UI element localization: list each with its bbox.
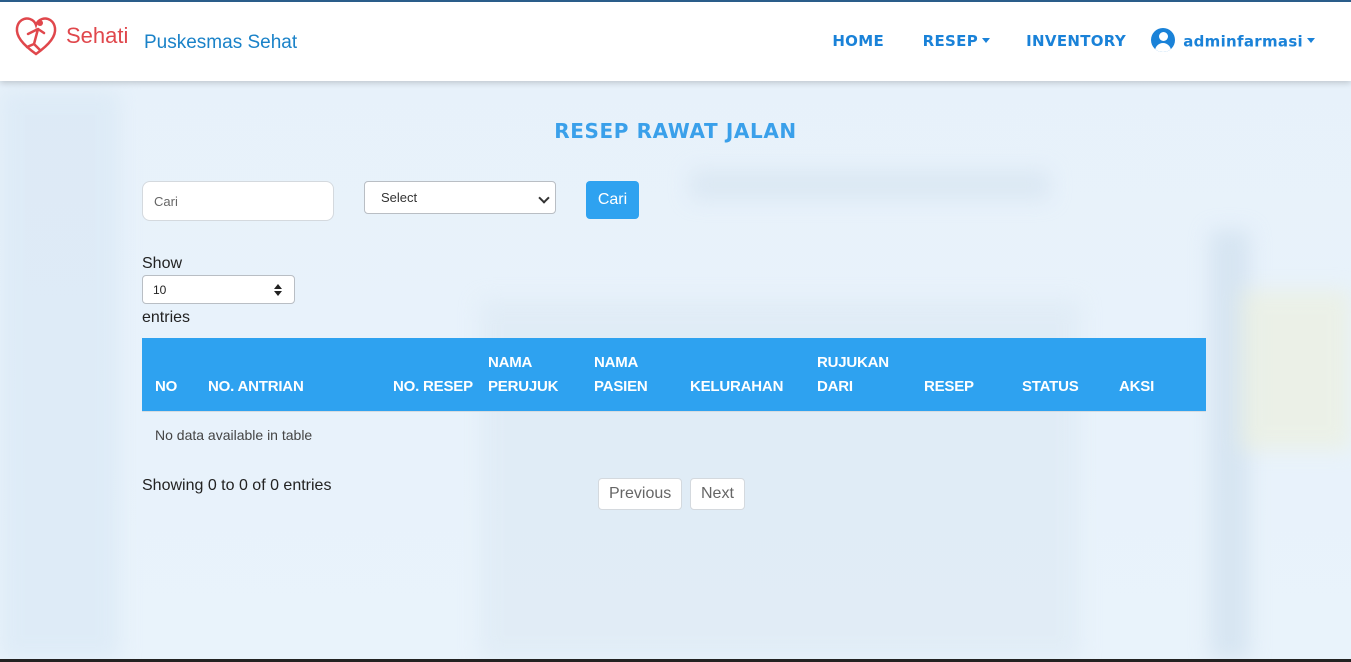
table-body: No data available in table bbox=[142, 411, 1206, 456]
main-content: RESEP RAWAT JALAN Select Cari Show 10 en… bbox=[0, 0, 1351, 662]
column-header-no[interactable]: NO bbox=[155, 375, 177, 399]
brand-name: Sehati bbox=[66, 23, 129, 48]
column-header-no-antrian[interactable]: NO. ANTRIAN bbox=[208, 375, 304, 399]
user-menu-dropdown[interactable]: adminfarmasi bbox=[1151, 28, 1315, 52]
column-header-status[interactable]: STATUS bbox=[1022, 375, 1079, 399]
entries-length-value: 10 bbox=[153, 283, 167, 297]
table-info: Showing 0 to 0 of 0 entries bbox=[142, 477, 332, 494]
column-header-kelurahan[interactable]: KELURAHAN bbox=[690, 375, 783, 399]
entries-length-select[interactable]: 10 bbox=[142, 275, 295, 304]
table-header: NO NO. ANTRIAN NO. RESEP NAMA PERUJUK NAM… bbox=[142, 338, 1206, 411]
search-button[interactable]: Cari bbox=[586, 181, 639, 219]
heart-logo-icon bbox=[15, 17, 57, 56]
column-header-nama-perujuk[interactable]: NAMA PERUJUK bbox=[488, 351, 558, 399]
brand[interactable]: Sehati bbox=[14, 14, 128, 58]
show-label: Show bbox=[142, 255, 183, 272]
brand-subtitle[interactable]: Puskesmas Sehat bbox=[144, 32, 297, 54]
chevron-down-icon bbox=[1307, 38, 1315, 43]
user-avatar-icon bbox=[1151, 28, 1176, 52]
nav-resep-label: RESEP bbox=[922, 32, 978, 50]
nav-home[interactable]: HOME bbox=[832, 32, 884, 50]
column-header-aksi[interactable]: AKSI bbox=[1119, 375, 1154, 399]
next-page-button[interactable]: Next bbox=[690, 478, 745, 510]
column-header-nama-pasien[interactable]: NAMA PASIEN bbox=[594, 351, 648, 399]
empty-table-message: No data available in table bbox=[155, 427, 313, 443]
column-header-resep[interactable]: RESEP bbox=[924, 375, 974, 399]
column-header-rujukan-dari[interactable]: RUJUKAN DARI bbox=[817, 351, 889, 399]
previous-page-button[interactable]: Previous bbox=[598, 478, 683, 510]
nav-resep-dropdown[interactable]: RESEP bbox=[923, 32, 990, 50]
nav-inventory[interactable]: INVENTORY bbox=[1026, 32, 1126, 50]
search-input[interactable] bbox=[142, 181, 334, 221]
filter-select-value: Select bbox=[381, 190, 418, 205]
user-name: adminfarmasi bbox=[1183, 32, 1303, 51]
page-title: RESEP RAWAT JALAN bbox=[554, 119, 797, 143]
chevron-down-icon bbox=[538, 192, 550, 204]
navbar: Sehati Puskesmas Sehat HOME RESEP INVENT… bbox=[0, 0, 1351, 81]
column-header-no-resep[interactable]: NO. RESEP bbox=[393, 375, 473, 399]
entries-label: entries bbox=[142, 309, 191, 326]
select-arrows-icon bbox=[274, 284, 282, 296]
chevron-down-icon bbox=[982, 37, 990, 43]
filter-select[interactable]: Select bbox=[364, 181, 556, 214]
